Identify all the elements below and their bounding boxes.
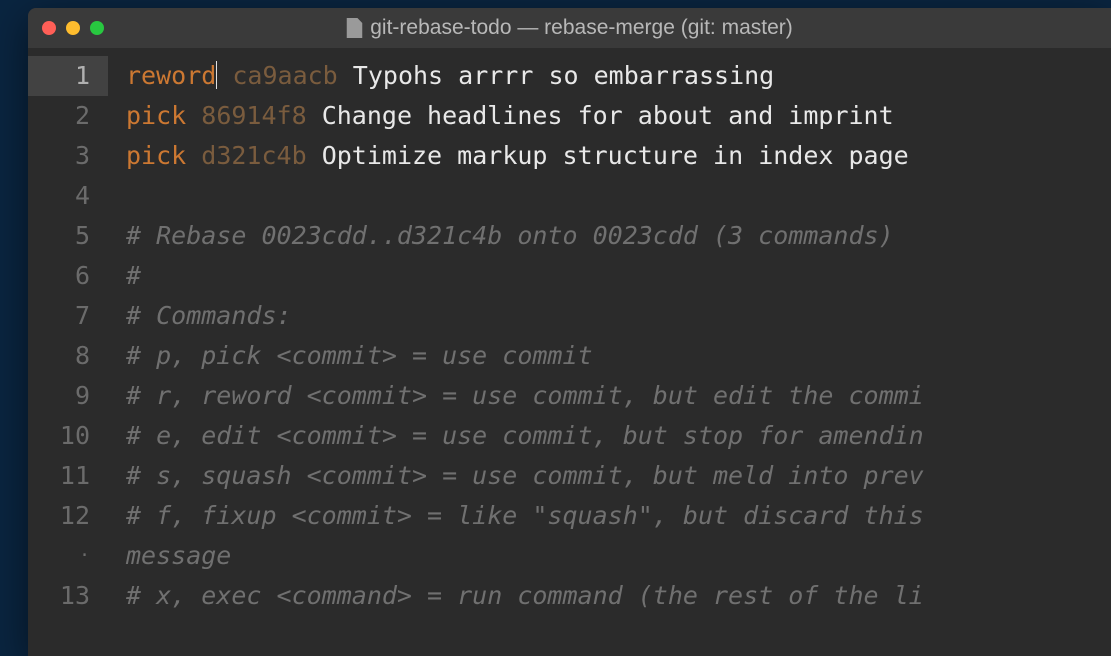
comment-line[interactable]: # e, edit <commit> = use commit, but sto… — [126, 416, 1111, 456]
rebase-command[interactable]: pick — [126, 101, 186, 130]
comment-text: # e, edit <commit> = use commit, but sto… — [126, 421, 924, 450]
window-title-text: git-rebase-todo — rebase-merge (git: mas… — [370, 16, 793, 40]
comment-text: # s, squash <commit> = use commit, but m… — [126, 461, 924, 490]
comment-text: # — [126, 261, 141, 290]
titlebar: git-rebase-todo — rebase-merge (git: mas… — [28, 8, 1111, 48]
commit-message[interactable]: Change headlines for about and imprint — [322, 101, 894, 130]
rebase-command[interactable]: pick — [126, 141, 186, 170]
line-number: 8 — [46, 336, 90, 376]
line-number: 9 — [46, 376, 90, 416]
line-number: 11 — [46, 456, 90, 496]
line-number: 10 — [46, 416, 90, 456]
comment-text: message — [126, 541, 231, 570]
comment-text: # f, fixup <commit> = like "squash", but… — [126, 501, 924, 530]
editor-window: git-rebase-todo — rebase-merge (git: mas… — [28, 8, 1111, 656]
comment-text: # Rebase 0023cdd..d321c4b onto 0023cdd (… — [126, 221, 894, 250]
line-number: 7 — [46, 296, 90, 336]
comment-line[interactable]: # p, pick <commit> = use commit — [126, 336, 1111, 376]
line-number: · — [46, 536, 90, 576]
editor-area[interactable]: 123456789101112·13 reword ca9aacb Typohs… — [28, 48, 1111, 656]
line-number: 13 — [46, 576, 90, 616]
commit-line[interactable]: pick d321c4b Optimize markup structure i… — [126, 136, 1111, 176]
traffic-lights — [42, 21, 104, 35]
commit-message[interactable]: Typohs arrrr so embarrassing — [353, 61, 774, 90]
file-icon — [346, 18, 362, 38]
commit-message[interactable]: Optimize markup structure in index page — [322, 141, 909, 170]
commit-hash[interactable]: d321c4b — [201, 141, 306, 170]
line-number: 4 — [46, 176, 90, 216]
comment-line[interactable] — [126, 176, 1111, 216]
line-number-gutter: 123456789101112·13 — [28, 48, 108, 656]
comment-text: # Commands: — [126, 301, 292, 330]
commit-line[interactable]: reword ca9aacb Typohs arrrr so embarrass… — [126, 56, 1111, 96]
text-cursor — [216, 61, 217, 89]
comment-line[interactable]: # f, fixup <commit> = like "squash", but… — [126, 496, 1111, 536]
rebase-command[interactable]: reword — [126, 61, 216, 90]
comment-line[interactable]: # r, reword <commit> = use commit, but e… — [126, 376, 1111, 416]
comment-line[interactable]: message — [126, 536, 1111, 576]
commit-line[interactable]: pick 86914f8 Change headlines for about … — [126, 96, 1111, 136]
line-number: 12 — [46, 496, 90, 536]
line-number: 2 — [46, 96, 90, 136]
commit-hash[interactable]: 86914f8 — [201, 101, 306, 130]
comment-line[interactable]: # x, exec <command> = run command (the r… — [126, 576, 1111, 616]
code-content[interactable]: reword ca9aacb Typohs arrrr so embarrass… — [108, 48, 1111, 656]
close-button[interactable] — [42, 21, 56, 35]
maximize-button[interactable] — [90, 21, 104, 35]
commit-hash[interactable]: ca9aacb — [232, 61, 337, 90]
comment-line[interactable]: # s, squash <commit> = use commit, but m… — [126, 456, 1111, 496]
comment-text: # p, pick <commit> = use commit — [126, 341, 593, 370]
comment-text: # x, exec <command> = run command (the r… — [126, 581, 924, 610]
line-number: 1 — [28, 56, 108, 96]
comment-line[interactable]: # — [126, 256, 1111, 296]
window-title: git-rebase-todo — rebase-merge (git: mas… — [346, 16, 793, 40]
line-number: 6 — [46, 256, 90, 296]
line-number: 3 — [46, 136, 90, 176]
comment-line[interactable]: # Commands: — [126, 296, 1111, 336]
line-number: 5 — [46, 216, 90, 256]
comment-line[interactable]: # Rebase 0023cdd..d321c4b onto 0023cdd (… — [126, 216, 1111, 256]
minimize-button[interactable] — [66, 21, 80, 35]
comment-text: # r, reword <commit> = use commit, but e… — [126, 381, 924, 410]
